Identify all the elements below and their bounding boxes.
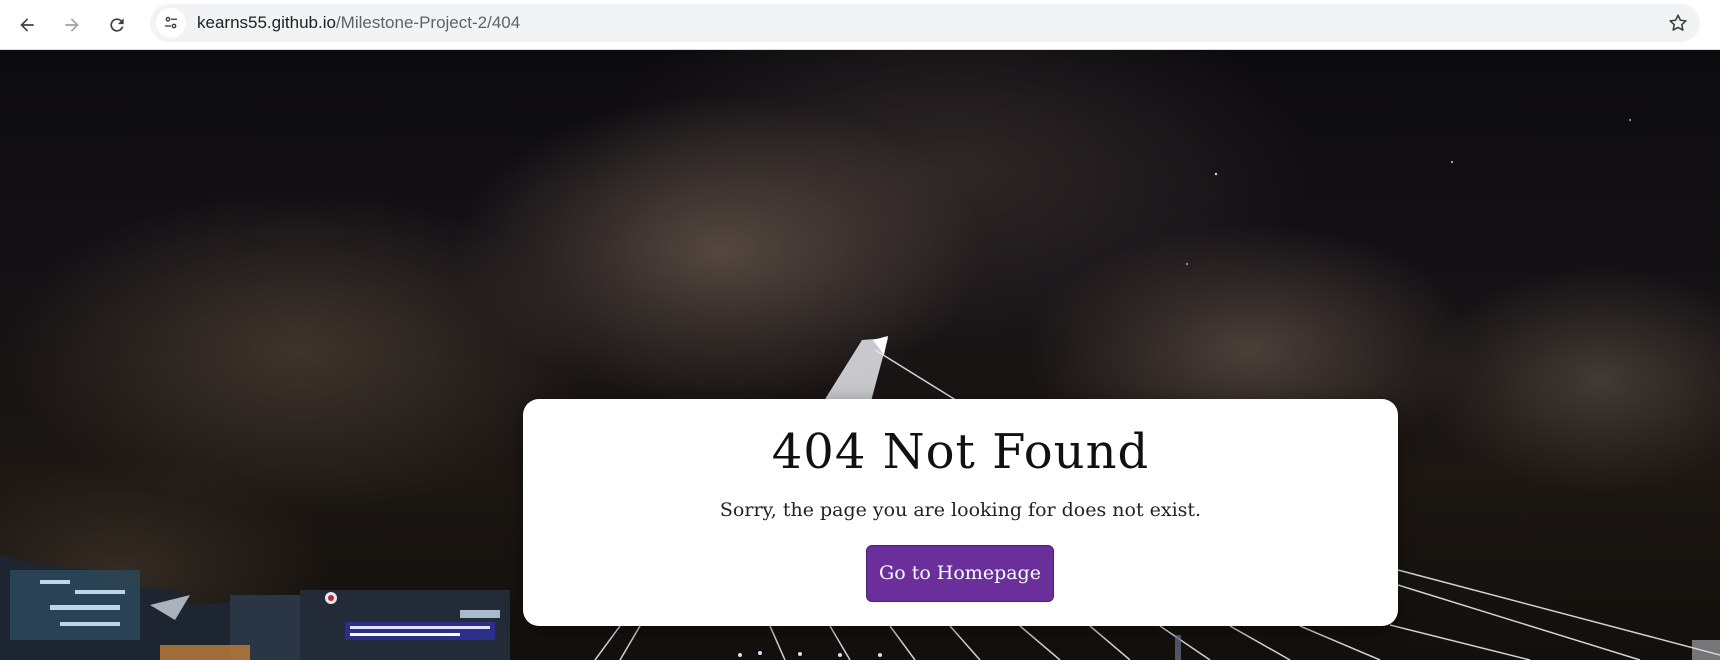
site-info-button[interactable] (156, 8, 186, 38)
star-icon (1669, 14, 1687, 31)
forward-button[interactable] (55, 8, 89, 42)
page-background: 404 Not Found Sorry, the page you are lo… (0, 50, 1720, 660)
bookmark-button[interactable] (1666, 11, 1690, 35)
back-button[interactable] (10, 8, 44, 42)
address-bar[interactable]: kearns55.github.io/Milestone-Project-2/4… (150, 4, 1700, 42)
arrow-right-icon (65, 18, 79, 32)
url-path: /Milestone-Project-2/404 (335, 13, 521, 32)
error-message: Sorry, the page you are looking for does… (719, 499, 1202, 521)
arrow-left-icon (20, 18, 34, 32)
reload-button[interactable] (100, 8, 134, 42)
go-to-homepage-button[interactable]: Go to Homepage (866, 545, 1054, 602)
reload-icon (110, 18, 124, 32)
browser-toolbar: kearns55.github.io/Milestone-Project-2/4… (0, 0, 1720, 50)
not-found-card: 404 Not Found Sorry, the page you are lo… (523, 399, 1398, 626)
url-domain: kearns55.github.io (197, 13, 336, 32)
tune-icon (165, 16, 177, 29)
page-title: 404 Not Found (771, 424, 1150, 480)
url-text[interactable]: kearns55.github.io/Milestone-Project-2/4… (197, 13, 520, 33)
